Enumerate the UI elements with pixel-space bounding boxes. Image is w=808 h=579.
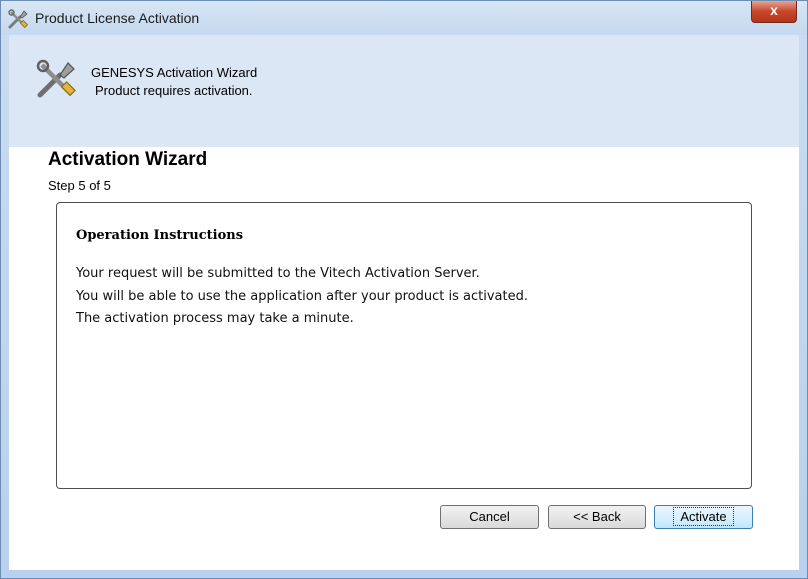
- close-button[interactable]: x: [751, 1, 797, 23]
- close-icon: x: [770, 2, 778, 18]
- activate-button[interactable]: Activate: [654, 505, 753, 529]
- title-bar[interactable]: Product License Activation x: [1, 1, 807, 35]
- dialog-content: GENESYS Activation Wizard Product requir…: [9, 35, 799, 570]
- wizard-header: GENESYS Activation Wizard Product requir…: [9, 35, 799, 147]
- header-title: GENESYS Activation Wizard: [91, 65, 258, 80]
- activate-label: Activate: [673, 507, 734, 526]
- tools-icon: [34, 57, 78, 101]
- dialog-window: Product License Activation x GENESYS Act…: [0, 0, 808, 579]
- cancel-button[interactable]: Cancel: [440, 505, 539, 529]
- instruction-line: Your request will be submitted to the Vi…: [76, 266, 480, 281]
- instruction-line: You will be able to use the application …: [76, 289, 528, 304]
- instructions-heading: Operation Instructions: [76, 228, 244, 243]
- instructions-panel: Operation Instructions Your request will…: [56, 202, 752, 489]
- page-title: Activation Wizard: [48, 149, 208, 170]
- instruction-line: The activation process may take a minute…: [76, 311, 354, 326]
- window-title: Product License Activation: [35, 10, 200, 26]
- tools-icon: [7, 8, 29, 30]
- header-subtitle: Product requires activation.: [95, 83, 253, 98]
- step-indicator: Step 5 of 5: [48, 178, 111, 193]
- back-button[interactable]: << Back: [548, 505, 646, 529]
